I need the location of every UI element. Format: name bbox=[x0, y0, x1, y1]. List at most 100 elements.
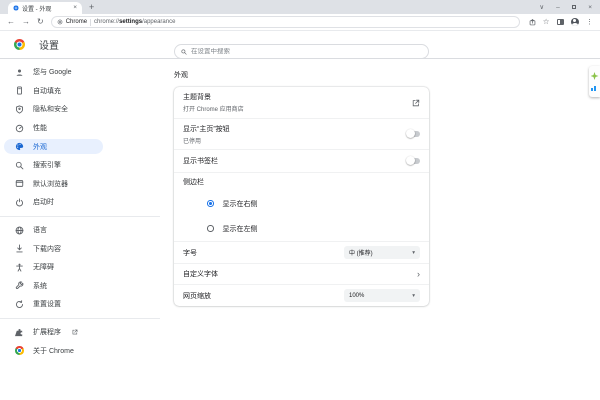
person-icon bbox=[15, 68, 24, 77]
close-button[interactable]: × bbox=[588, 4, 592, 11]
theme-row[interactable]: 主题背景 打开 Chrome 应用商店 bbox=[174, 87, 429, 118]
settings-sidebar: 您与 Google 自动填充 隐私和安全 性能 外观 搜索引擎 bbox=[0, 59, 160, 399]
browser-window-icon bbox=[15, 179, 24, 188]
page-zoom-row: 网页缩放 100% ▾ bbox=[174, 284, 429, 306]
bookmark-star-icon[interactable]: ☆ bbox=[543, 18, 550, 26]
radio-selected-icon[interactable] bbox=[207, 200, 214, 207]
sidebar-item-label: 性能 bbox=[33, 123, 47, 133]
sidebar-item-label: 重置设置 bbox=[33, 299, 61, 309]
sidebar-item-label: 系统 bbox=[33, 281, 47, 291]
sidebar-item-label: 您与 Google bbox=[33, 67, 72, 77]
magnifier-icon bbox=[15, 161, 24, 170]
sparkle-icon bbox=[591, 72, 599, 80]
sidebar-item-label: 扩展程序 bbox=[33, 327, 61, 337]
sidebar-item-on-startup[interactable]: 启动时 bbox=[0, 193, 160, 212]
browser-window: 设置 - 外观 × + ∨ – × ← → ↻ Chrome chrome://… bbox=[0, 0, 600, 400]
sidebar-item-label: 关于 Chrome bbox=[33, 346, 74, 356]
sidebar-item-appearance[interactable]: 外观 bbox=[0, 137, 160, 156]
accessibility-icon bbox=[15, 263, 24, 272]
back-button[interactable]: ← bbox=[7, 18, 15, 26]
home-button-toggle[interactable] bbox=[407, 131, 420, 137]
speedometer-icon bbox=[15, 124, 24, 133]
sidebar-item-downloads[interactable]: 下载内容 bbox=[0, 239, 160, 258]
shield-icon bbox=[15, 105, 24, 114]
sidebar-item-performance[interactable]: 性能 bbox=[0, 119, 160, 138]
show-home-button-row: 显示“主页”按钮 已停用 bbox=[174, 118, 429, 149]
home-button-title: 显示“主页”按钮 bbox=[183, 124, 407, 134]
sidebar-item-label: 无障碍 bbox=[33, 262, 54, 272]
menu-icon[interactable]: ⋮ bbox=[586, 19, 593, 26]
omnibox-separator bbox=[90, 19, 91, 26]
theme-subtitle: 打开 Chrome 应用商店 bbox=[183, 104, 412, 113]
custom-fonts-title: 自定义字体 bbox=[183, 269, 417, 279]
toolbar: ← → ↻ Chrome chrome://settings/appearanc… bbox=[0, 14, 600, 31]
custom-fonts-row[interactable]: 自定义字体 › bbox=[174, 263, 429, 284]
sidebar-item-label: 默认浏览器 bbox=[33, 179, 68, 189]
settings-header: 设置 bbox=[0, 31, 600, 59]
bookmarks-bar-title: 显示书签栏 bbox=[183, 156, 407, 166]
dropdown-arrow-icon: ▾ bbox=[412, 250, 415, 256]
sidebar-item-label: 外观 bbox=[33, 142, 47, 152]
window-controls: ∨ – × bbox=[539, 3, 592, 11]
sidebar-item-label: 启动时 bbox=[33, 197, 54, 207]
power-icon bbox=[15, 198, 24, 207]
sidebar-item-label: 语言 bbox=[33, 225, 47, 235]
sidebar-item-reset[interactable]: 重置设置 bbox=[0, 295, 160, 314]
radio-unselected-icon[interactable] bbox=[207, 225, 214, 232]
side-panel-section: 侧边栏 显示在右侧 显示在左侧 bbox=[174, 172, 429, 241]
bookmarks-bar-toggle[interactable] bbox=[407, 158, 420, 164]
sidebar-item-system[interactable]: 系统 bbox=[0, 277, 160, 296]
show-bookmarks-bar-row: 显示书签栏 bbox=[174, 149, 429, 172]
sidebar-item-label: 下载内容 bbox=[33, 244, 61, 254]
share-icon[interactable] bbox=[529, 19, 536, 26]
tab-close-button[interactable]: × bbox=[73, 5, 77, 12]
home-button-state: 已停用 bbox=[183, 136, 407, 145]
tab-title: 设置 - 外观 bbox=[22, 4, 70, 13]
sidebar-item-label: 搜索引擎 bbox=[33, 160, 61, 170]
chrome-logo-icon bbox=[14, 39, 25, 50]
sidebar-item-search-engine[interactable]: 搜索引擎 bbox=[0, 156, 160, 175]
sidebar-item-autofill[interactable]: 自动填充 bbox=[0, 82, 160, 101]
search-input[interactable] bbox=[191, 48, 422, 55]
settings-main: 外观 主题背景 打开 Chrome 应用商店 显示“主页”按钮 已停用 bbox=[160, 59, 600, 399]
sidebar-item-languages[interactable]: 语言 bbox=[0, 221, 160, 240]
palette-icon bbox=[15, 142, 24, 151]
site-settings-icon bbox=[57, 19, 63, 25]
external-link-icon bbox=[72, 329, 78, 335]
reload-button[interactable]: ↻ bbox=[37, 18, 44, 26]
side-panel-icon[interactable] bbox=[557, 19, 564, 25]
reset-icon bbox=[15, 300, 24, 309]
new-tab-button[interactable]: + bbox=[89, 3, 94, 12]
forward-button[interactable]: → bbox=[22, 18, 30, 26]
sidebar-item-label: 隐私和安全 bbox=[33, 104, 68, 114]
page-zoom-select[interactable]: 100% ▾ bbox=[344, 289, 420, 302]
globe-icon bbox=[15, 226, 24, 235]
minimize-button[interactable]: – bbox=[556, 4, 560, 11]
sidebar-item-default-browser[interactable]: 默认浏览器 bbox=[0, 175, 160, 194]
font-size-value: 中 (推荐) bbox=[349, 248, 373, 257]
sidebar-item-about-chrome[interactable]: 关于 Chrome bbox=[0, 341, 160, 360]
puzzle-icon bbox=[15, 328, 24, 337]
chrome-icon bbox=[15, 346, 24, 355]
sidebar-item-extensions[interactable]: 扩展程序 bbox=[0, 323, 160, 342]
settings-search[interactable] bbox=[174, 44, 429, 59]
maximize-button[interactable] bbox=[572, 5, 577, 10]
side-panel-left-option[interactable]: 显示在左侧 bbox=[174, 216, 429, 241]
side-panel-right-option[interactable]: 显示在右侧 bbox=[174, 191, 429, 216]
appearance-card: 主题背景 打开 Chrome 应用商店 显示“主页”按钮 已停用 bbox=[174, 87, 429, 306]
profile-avatar[interactable] bbox=[571, 18, 580, 27]
wrench-icon bbox=[15, 281, 24, 290]
sidebar-item-you-and-google[interactable]: 您与 Google bbox=[0, 63, 160, 82]
sidebar-item-accessibility[interactable]: 无障碍 bbox=[0, 258, 160, 277]
sidebar-item-privacy[interactable]: 隐私和安全 bbox=[0, 100, 160, 119]
section-title: 外观 bbox=[174, 70, 600, 80]
font-size-select[interactable]: 中 (推荐) ▾ bbox=[344, 246, 420, 259]
tab-search-button[interactable]: ∨ bbox=[539, 3, 544, 11]
active-tab[interactable]: 设置 - 外观 × bbox=[8, 2, 82, 14]
radio-label: 显示在右侧 bbox=[223, 199, 258, 209]
side-panel-title: 侧边栏 bbox=[183, 177, 204, 187]
address-bar[interactable]: Chrome chrome://settings/appearance bbox=[51, 16, 520, 28]
radio-label: 显示在左侧 bbox=[223, 224, 258, 234]
url-text: chrome://settings/appearance bbox=[94, 19, 175, 25]
floating-widget[interactable] bbox=[589, 66, 600, 97]
